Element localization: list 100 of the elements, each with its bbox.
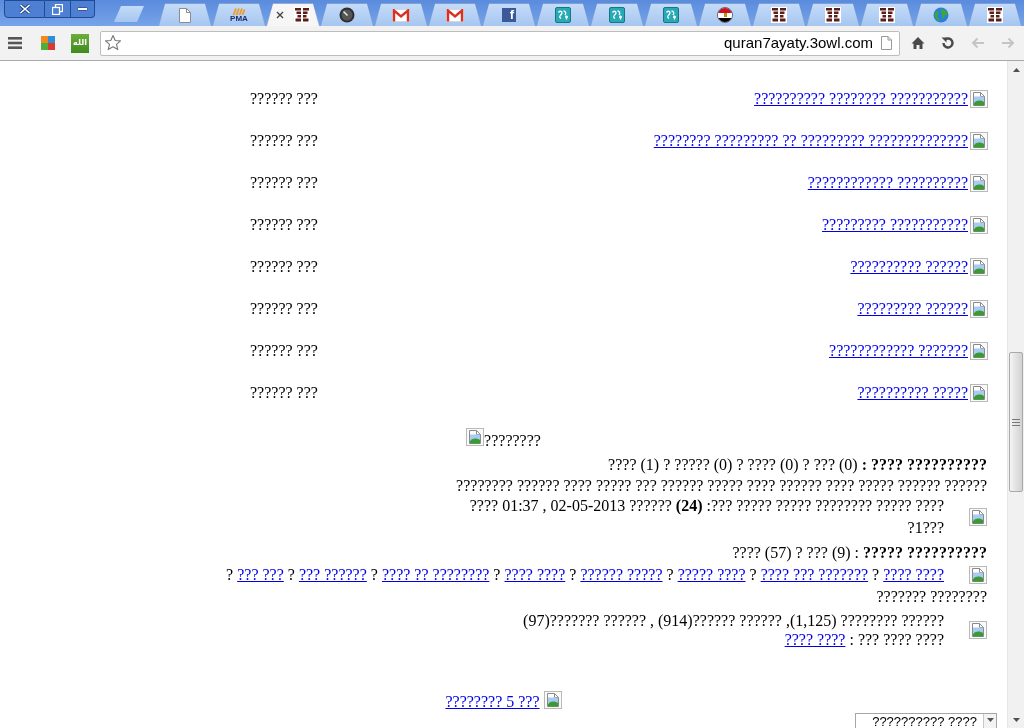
- broken-image-icon: [970, 174, 988, 192]
- more-link[interactable]: ???????? 5 ???: [445, 693, 540, 711]
- broken-image-icon: [970, 384, 988, 402]
- separator: ?: [493, 566, 501, 584]
- article-link[interactable]: ?????????? ???????? ???????????: [754, 87, 968, 111]
- stripes-icon: [232, 7, 246, 15]
- browser-tab[interactable]: [752, 3, 806, 26]
- broken-image-icon: [543, 691, 562, 709]
- tag-link[interactable]: ???? ?? ????????: [381, 566, 490, 584]
- browser-tab[interactable]: PMA: [212, 3, 266, 26]
- browser-tab[interactable]: [860, 3, 914, 26]
- broken-image-icon: [970, 90, 988, 108]
- broken-image-icon: [970, 216, 988, 234]
- tag-link[interactable]: ???? ????: [504, 566, 566, 584]
- row-label: ?????? ???: [250, 383, 318, 403]
- broken-image-icon: [970, 300, 988, 318]
- row-label: ?????? ???: [250, 173, 318, 193]
- browser-tab[interactable]: [806, 3, 860, 26]
- dropdown-arrow-button[interactable]: [983, 714, 996, 728]
- close-icon: [18, 4, 31, 14]
- comment-stats: ???? (57) ? ??? (9) : ????? ??????????: [732, 544, 987, 562]
- broken-image-icon: [969, 621, 987, 639]
- caret-icon: [986, 718, 994, 722]
- tag-link[interactable]: ??? ???: [237, 566, 284, 584]
- scrollbar-thumb[interactable]: [1009, 352, 1023, 492]
- extension-icon[interactable]: [40, 35, 56, 51]
- reload-icon[interactable]: [940, 35, 956, 51]
- star-icon[interactable]: [104, 34, 122, 52]
- browser-tab[interactable]: [698, 3, 752, 26]
- logo-tile: f: [502, 8, 516, 22]
- tag-link[interactable]: ?????? ?????: [580, 566, 663, 584]
- section-heading: ????????: [484, 432, 541, 450]
- row-label: ?????? ???: [250, 89, 318, 109]
- dropdown-value: ?????????? ????: [872, 714, 977, 728]
- browser-tab[interactable]: [266, 3, 320, 26]
- category-stats: ???? (1) ? ????? (0) ? ???? (0) ? ??? (0) : ???? ??????????: [608, 456, 987, 474]
- pattern-icon: [294, 7, 310, 23]
- tile-icon: [663, 7, 679, 23]
- stats-link[interactable]: ???? ????: [784, 630, 846, 649]
- row-label: ?????? ???: [250, 341, 318, 361]
- dropdown[interactable]: ?????????? ????: [855, 713, 997, 728]
- minimize-icon: [77, 7, 88, 11]
- tag-link[interactable]: ??? ??????: [298, 566, 367, 584]
- pattern-icon: [987, 7, 1003, 23]
- article-link[interactable]: ???????????? ??????????: [807, 171, 968, 195]
- broken-image-icon: [970, 132, 988, 150]
- tag-link[interactable]: ???? ????: [883, 566, 944, 584]
- separator: ?: [569, 566, 577, 584]
- scrollbar[interactable]: [1007, 61, 1024, 728]
- address-bar[interactable]: quran7ayaty.3owl.com: [100, 30, 900, 56]
- browser-tab[interactable]: [320, 3, 374, 26]
- row-label: ?????? ???: [250, 257, 318, 277]
- home-icon[interactable]: [910, 35, 926, 51]
- description-text: ???????? ?????? ???? ????? ??? ?????? ????? ???? ?????? ???? ????? ?????? ??????: [456, 477, 987, 495]
- page-icon: [881, 36, 892, 50]
- browser-tab[interactable]: [968, 3, 1022, 26]
- article-link[interactable]: ?????????? ?????: [857, 381, 968, 405]
- article-link[interactable]: ????????? ??????: [857, 297, 968, 321]
- flag-icon: [717, 7, 733, 23]
- article-link[interactable]: ????????? ???????????: [821, 213, 968, 237]
- tag-link[interactable]: ???? ??? ???????: [760, 566, 869, 584]
- separator: ?: [287, 566, 295, 584]
- row-label: ?????? ???: [250, 215, 318, 235]
- logo-text: PMA: [230, 14, 248, 23]
- broken-image-icon: [969, 508, 987, 526]
- url-text: quran7ayaty.3owl.com: [724, 34, 873, 52]
- separator: ?: [872, 566, 880, 584]
- separator: ?: [226, 566, 234, 584]
- restore-button[interactable]: [45, 0, 71, 18]
- separator: ?: [749, 566, 757, 584]
- gauge-icon: [339, 7, 355, 23]
- minimize-button[interactable]: [71, 0, 95, 18]
- article-link[interactable]: ?????????? ??????: [850, 255, 968, 279]
- article-link[interactable]: ???????????? ???????: [829, 339, 968, 363]
- tile-icon: [609, 7, 625, 23]
- globe-icon: [933, 7, 949, 23]
- separator: ?: [666, 566, 674, 584]
- caret-icon: [1012, 67, 1020, 72]
- article-link[interactable]: ???????? ????????? ?? ????????? ??????????????: [653, 129, 968, 153]
- row-label: ?????? ???: [250, 131, 318, 151]
- pattern-icon: [825, 7, 841, 23]
- stats-text: : ??? ???? ????: [849, 630, 944, 649]
- broken-image-icon: [969, 566, 987, 584]
- menu-icon[interactable]: [8, 37, 22, 49]
- tags-title: ??????? ????????: [876, 588, 987, 606]
- post-text: ?1???: [907, 518, 944, 538]
- caret-icon: [1012, 717, 1020, 722]
- page-icon: [179, 7, 191, 23]
- separator: ?: [370, 566, 378, 584]
- site-stats: (97)??????? ?????? , (914)?????? ?????? ,(1,125) ???????? ??????: [523, 611, 944, 630]
- pattern-icon: [771, 7, 787, 23]
- restore-icon: [52, 3, 63, 15]
- grip-icon: [1012, 418, 1020, 426]
- close-window-button[interactable]: [4, 0, 45, 18]
- mail-icon: [446, 8, 464, 22]
- broken-image-icon: [970, 258, 988, 276]
- post-text: ???? 01:37 , 02-05-2013 ?????? (24) :??? ????? ????? ???????? ????? ????: [469, 496, 944, 517]
- close-icon[interactable]: [276, 11, 284, 19]
- browser-tab[interactable]: f: [482, 3, 536, 26]
- tag-link[interactable]: ????? ????: [677, 566, 746, 584]
